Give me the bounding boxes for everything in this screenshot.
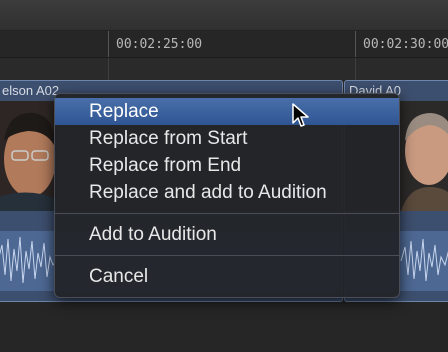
- arrow-pointer-icon: [292, 103, 310, 134]
- ruler-tick: [108, 31, 109, 57]
- menu-separator: [55, 255, 399, 256]
- ruler-timecode-label: 00:02:30:00: [363, 37, 448, 52]
- timeline-ruler[interactable]: 00:02:25:00 00:02:30:00: [0, 31, 448, 58]
- menu-item-replace-and-add-to-audition[interactable]: Replace and add to Audition: [55, 179, 399, 206]
- context-menu: Replace Replace from Start Replace from …: [54, 93, 400, 298]
- menu-item-cancel[interactable]: Cancel: [55, 263, 399, 290]
- clip-title: elson A02: [2, 83, 60, 98]
- timeline-empty-track: [0, 302, 448, 352]
- menu-item-add-to-audition[interactable]: Add to Audition: [55, 221, 399, 248]
- ruler-timecode-label: 00:02:25:00: [116, 37, 203, 52]
- toolbar: [0, 0, 448, 31]
- menu-item-replace-from-end[interactable]: Replace from End: [55, 152, 399, 179]
- ruler-tick: [355, 31, 356, 57]
- menu-item-replace[interactable]: Replace: [55, 98, 399, 125]
- menu-item-replace-from-start[interactable]: Replace from Start: [55, 125, 399, 152]
- timeline-gap: [0, 58, 448, 80]
- menu-separator: [55, 213, 399, 214]
